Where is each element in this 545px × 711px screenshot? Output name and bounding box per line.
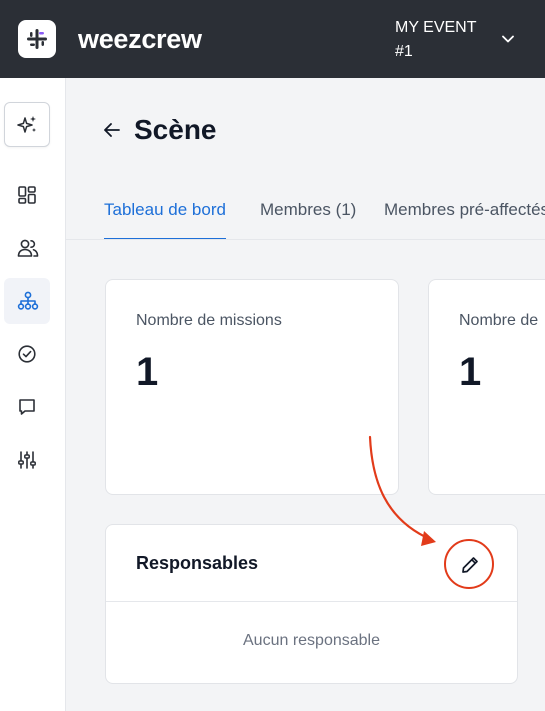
event-name-line2: #1: [395, 43, 413, 60]
chat-icon: [19, 399, 35, 415]
sidebar-item-messages[interactable]: [4, 384, 50, 430]
weezcrew-logo[interactable]: [18, 20, 56, 58]
stat-label: Nombre de missions: [136, 312, 282, 329]
empty-state-text: Aucun responsable: [243, 632, 380, 649]
back-arrow-icon[interactable]: [102, 120, 122, 140]
tab-dashboard[interactable]: Tableau de bord: [104, 200, 226, 239]
chevron-down-icon[interactable]: [500, 31, 516, 47]
brand-name: weezcrew: [78, 24, 202, 54]
event-selector[interactable]: MY EVENT #1: [395, 16, 485, 64]
sidebar-item-missions[interactable]: [4, 331, 50, 377]
pencil-icon: [462, 557, 478, 573]
sidebar-item-settings[interactable]: [4, 437, 50, 483]
stat-card-second: Nombre de 1: [428, 279, 545, 495]
sparkle-icon: [17, 116, 36, 133]
divider: [106, 601, 517, 602]
check-circle-icon: [18, 345, 36, 363]
tab-preassigned-members[interactable]: Membres pré-affectés: [384, 200, 545, 239]
main-content: Scène Tableau de bord Membres (1) Membre…: [66, 78, 545, 711]
responsables-card: Responsables Aucun responsable: [105, 524, 518, 684]
sidebar: [0, 78, 66, 711]
tab-members[interactable]: Membres (1): [260, 200, 356, 239]
users-icon: [17, 239, 39, 257]
top-bar: weezcrew MY EVENT #1: [0, 0, 545, 78]
stat-card-missions: Nombre de missions 1: [105, 279, 399, 495]
edit-responsables-button[interactable]: [444, 539, 494, 589]
page-title: Scène: [134, 114, 217, 145]
dashboard-icon: [18, 186, 36, 204]
org-chart-icon: [17, 291, 39, 310]
sliders-icon: [18, 451, 36, 469]
sidebar-item-users[interactable]: [4, 225, 50, 271]
sidebar-item-organization[interactable]: [4, 278, 50, 324]
stat-value: 1: [136, 350, 159, 394]
stat-value: 1: [459, 350, 482, 394]
logo-icon: [27, 29, 47, 49]
sidebar-item-dashboard[interactable]: [4, 172, 50, 218]
responsables-title: Responsables: [136, 553, 259, 573]
tab-bar: Tableau de bord Membres (1) Membres pré-…: [66, 198, 545, 240]
event-name-line1: MY EVENT: [395, 19, 477, 36]
stat-label: Nombre de: [459, 312, 539, 329]
sidebar-item-ai[interactable]: [4, 102, 50, 147]
